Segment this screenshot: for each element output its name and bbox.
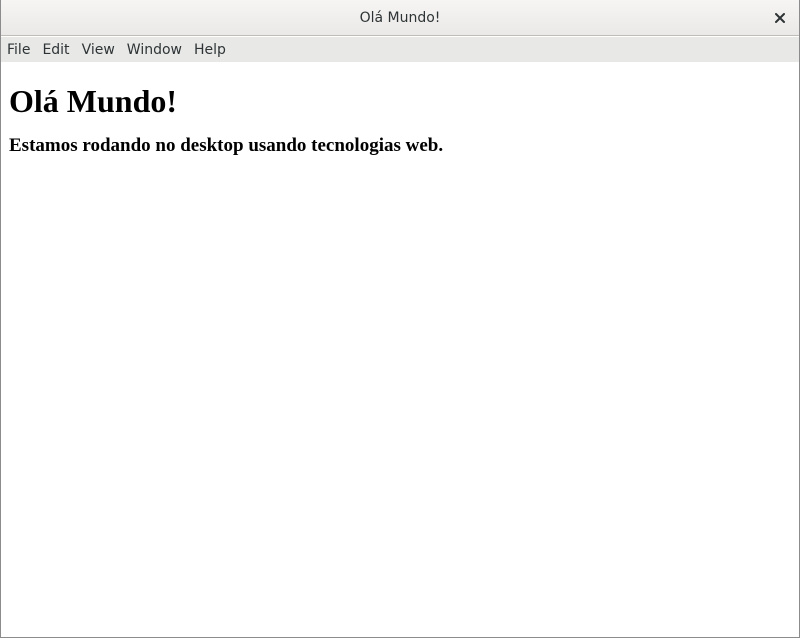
close-button[interactable] [769, 7, 791, 29]
page-heading: Olá Mundo! [9, 83, 178, 119]
menu-help[interactable]: Help [194, 42, 226, 58]
menu-bar: File Edit View Window Help [1, 37, 799, 62]
window-title: Olá Mundo! [359, 9, 441, 26]
page-subheading: Estamos rodando no desktop usando tecnol… [9, 135, 444, 156]
close-icon [775, 13, 785, 23]
app-window: Olá Mundo! File Edit View Window Help Ol… [0, 0, 800, 638]
page-content: Olá Mundo! Estamos rodando no desktop us… [1, 62, 799, 637]
menu-file[interactable]: File [7, 42, 30, 58]
menu-window[interactable]: Window [127, 42, 182, 58]
menu-view[interactable]: View [82, 42, 115, 58]
title-bar[interactable]: Olá Mundo! [1, 0, 799, 36]
menu-edit[interactable]: Edit [42, 42, 69, 58]
